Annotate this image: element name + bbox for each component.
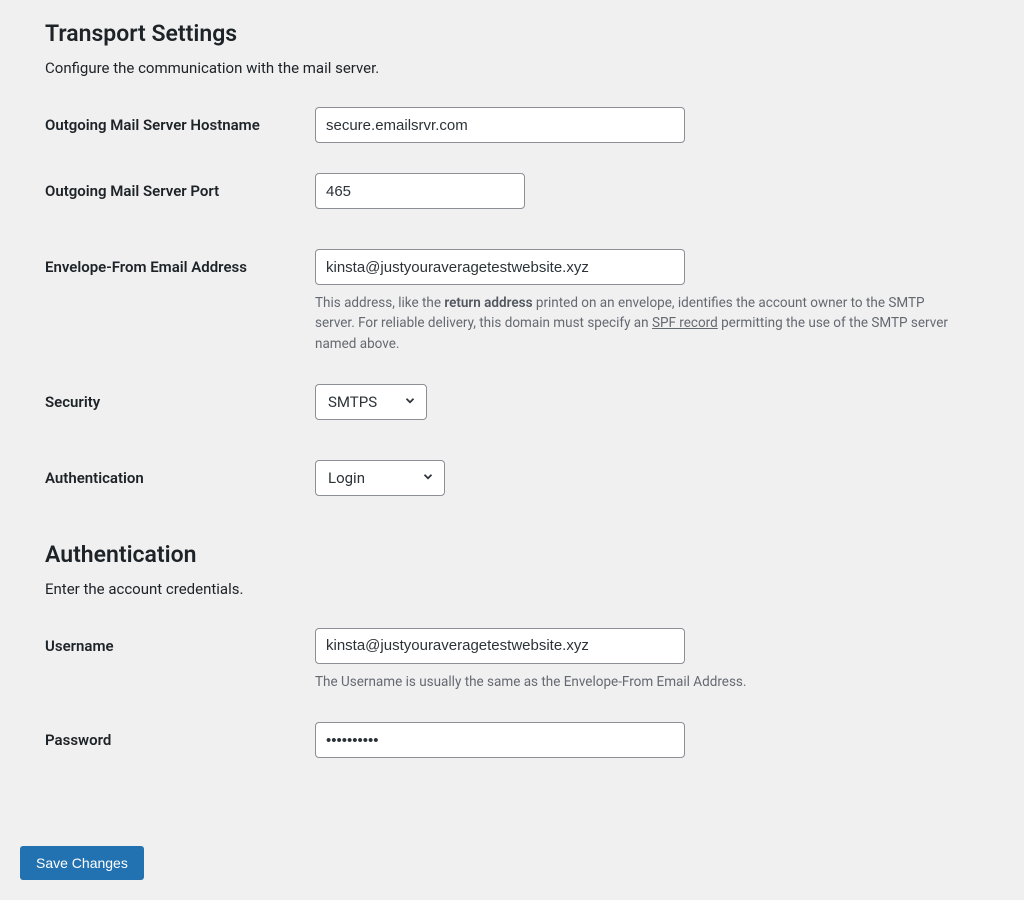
security-label: Security [45, 384, 315, 413]
username-input[interactable] [315, 628, 685, 664]
password-label: Password [45, 722, 315, 751]
security-select-wrapper: SMTPS [315, 384, 427, 420]
envelope-input[interactable] [315, 249, 685, 285]
port-label: Outgoing Mail Server Port [45, 173, 315, 202]
security-select[interactable]: SMTPS [315, 384, 427, 420]
port-row: Outgoing Mail Server Port [45, 173, 979, 209]
security-field-wrapper: SMTPS [315, 384, 979, 420]
username-help: The Username is usually the same as the … [315, 672, 955, 692]
password-field-wrapper [315, 722, 979, 758]
envelope-label: Envelope-From Email Address [45, 249, 315, 278]
auth-field-wrapper: Login [315, 460, 979, 496]
port-input[interactable] [315, 173, 525, 209]
transport-heading: Transport Settings [45, 20, 979, 47]
envelope-help: This address, like the return address pr… [315, 293, 955, 354]
envelope-row: Envelope-From Email Address This address… [45, 249, 979, 354]
hostname-row: Outgoing Mail Server Hostname [45, 107, 979, 143]
authentication-description: Enter the account credentials. [45, 580, 979, 598]
password-row: Password [45, 722, 979, 758]
auth-label: Authentication [45, 460, 315, 489]
username-label: Username [45, 628, 315, 657]
transport-description: Configure the communication with the mai… [45, 59, 979, 77]
auth-select-wrapper: Login [315, 460, 445, 496]
envelope-field-wrapper: This address, like the return address pr… [315, 249, 979, 354]
username-row: Username The Username is usually the sam… [45, 628, 979, 692]
authentication-heading: Authentication [45, 541, 979, 568]
auth-select[interactable]: Login [315, 460, 445, 496]
auth-row: Authentication Login [45, 460, 979, 496]
save-button[interactable]: Save Changes [20, 846, 144, 880]
port-field-wrapper [315, 173, 979, 209]
spf-record-link[interactable]: SPF record [652, 315, 718, 331]
hostname-input[interactable] [315, 107, 685, 143]
security-row: Security SMTPS [45, 384, 979, 420]
password-input[interactable] [315, 722, 685, 758]
username-field-wrapper: The Username is usually the same as the … [315, 628, 979, 692]
hostname-label: Outgoing Mail Server Hostname [45, 107, 315, 136]
hostname-field-wrapper [315, 107, 979, 143]
